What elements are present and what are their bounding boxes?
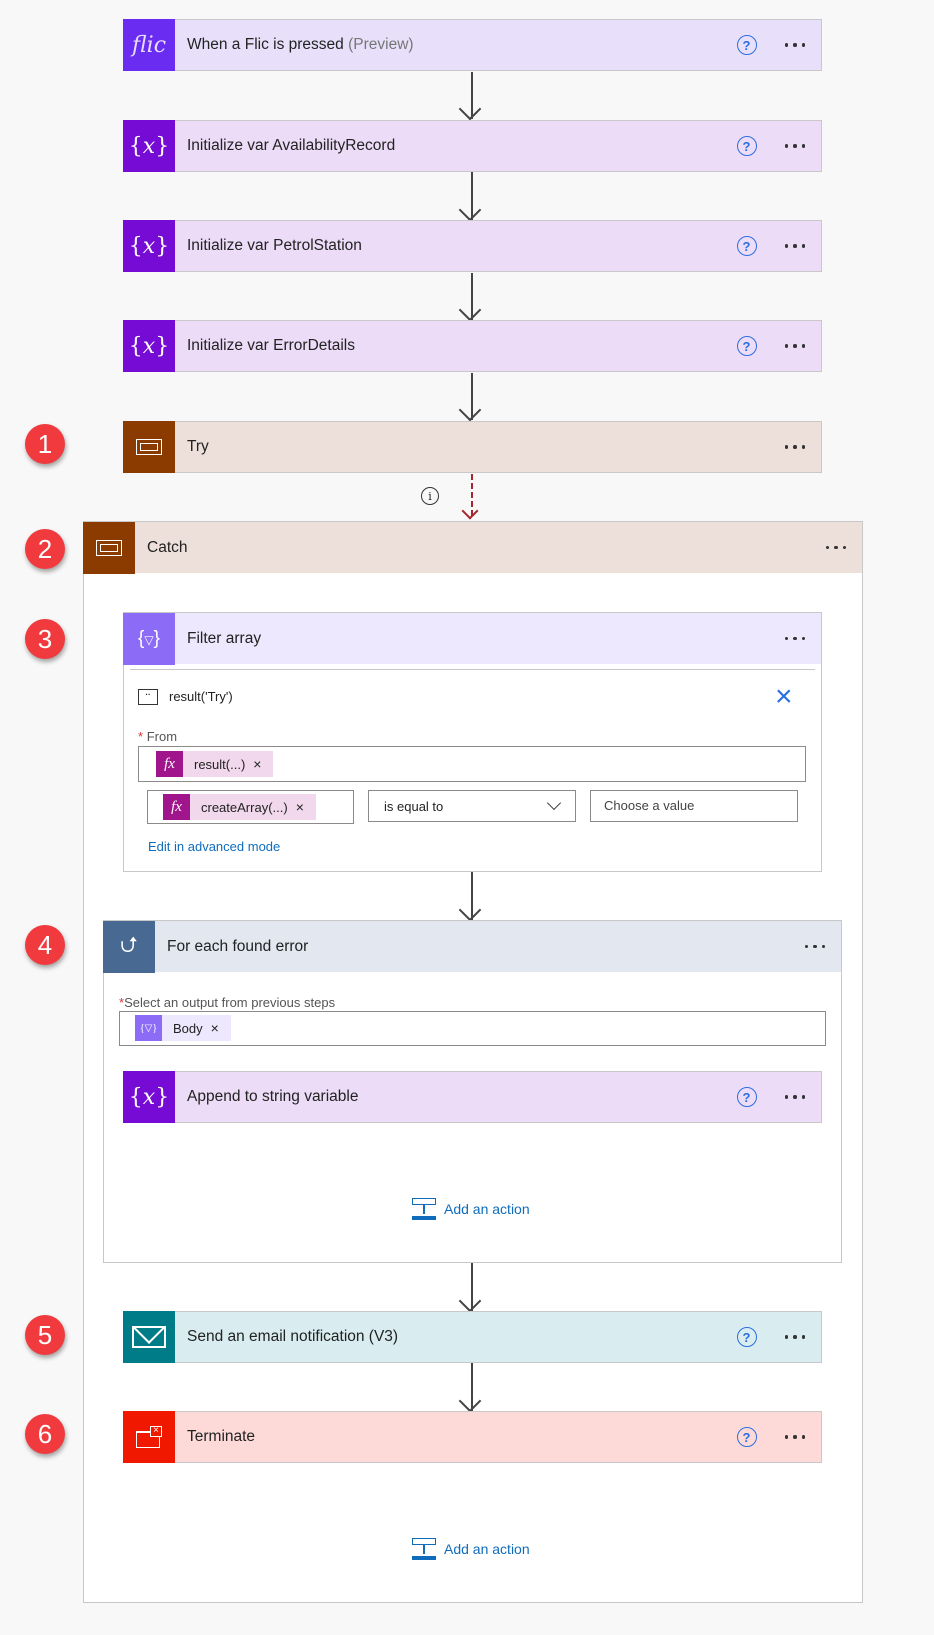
add-action-icon: [412, 1538, 436, 1560]
connector-arrow: [471, 273, 473, 320]
help-icon[interactable]: ?: [736, 136, 757, 156]
function-icon: fx: [163, 794, 190, 820]
help-icon[interactable]: ?: [736, 1087, 757, 1107]
step-title: Try: [187, 438, 209, 455]
step-title: When a Flic is pressed: [187, 36, 344, 53]
scope-icon: [123, 421, 175, 473]
more-options-icon[interactable]: [803, 939, 828, 955]
step-title: Terminate: [187, 1428, 256, 1445]
edit-advanced-mode-link[interactable]: Edit in advanced mode: [148, 839, 280, 854]
step-title: Initialize var PetrolStation: [187, 237, 362, 254]
callout-badge-3: 3: [25, 619, 65, 659]
run-after-info-icon[interactable]: i: [421, 487, 439, 505]
connector-arrow: [471, 172, 473, 220]
step-comment[interactable]: result('Try'): [169, 689, 233, 704]
from-label: * From: [138, 729, 178, 744]
callout-badge-4: 4: [25, 925, 65, 965]
variable-icon: {x}: [123, 320, 175, 372]
remove-token-icon[interactable]: ×: [253, 756, 273, 772]
step-title: Filter array: [187, 629, 262, 647]
foreach-add-action-button[interactable]: Add an action: [412, 1198, 530, 1220]
select-output-label: *Select an output from previous steps: [119, 995, 336, 1010]
connector-arrow: [471, 72, 473, 119]
more-options-icon[interactable]: [783, 631, 808, 647]
step-try-scope[interactable]: Try: [123, 421, 822, 473]
callout-badge-6: 6: [25, 1414, 65, 1454]
help-icon[interactable]: ?: [736, 1327, 757, 1347]
preview-label: (Preview): [348, 36, 414, 53]
step-title: For each found error: [167, 937, 309, 955]
step-title: Initialize var AvailabilityRecord: [187, 137, 396, 154]
comment-icon[interactable]: ··: [138, 689, 158, 705]
step-flic-trigger[interactable]: flic When a Flic is pressed (Preview) ?: [123, 19, 822, 71]
more-options-icon[interactable]: [783, 1329, 808, 1345]
variable-icon: {x}: [123, 220, 175, 272]
connector-arrow: [471, 373, 473, 420]
connector-arrow: [471, 872, 473, 920]
step-catch-scope[interactable]: Catch: [83, 521, 863, 574]
close-comment-icon[interactable]: ×: [775, 682, 793, 712]
step-title: Catch: [147, 538, 188, 556]
more-options-icon[interactable]: [783, 439, 808, 455]
step-for-each[interactable]: ⮍ For each found error: [103, 920, 842, 973]
callout-badge-5: 5: [25, 1315, 65, 1355]
step-title: Append to string variable: [187, 1088, 359, 1105]
function-icon: fx: [156, 751, 183, 777]
step-append-to-string[interactable]: {x} Append to string variable ?: [123, 1071, 822, 1123]
more-options-icon[interactable]: [783, 1089, 808, 1105]
help-icon[interactable]: ?: [736, 236, 757, 256]
loop-icon: ⮍: [103, 920, 155, 973]
catch-add-action-button[interactable]: Add an action: [412, 1538, 530, 1560]
body-token[interactable]: {▽} Body ×: [135, 1015, 231, 1041]
operator-dropdown[interactable]: is equal to: [368, 790, 576, 822]
chevron-down-icon: [546, 795, 562, 811]
more-options-icon[interactable]: [824, 540, 849, 556]
terminate-icon: ×: [123, 1411, 175, 1463]
more-options-icon[interactable]: [783, 338, 808, 354]
connector-arrow: [471, 1363, 473, 1411]
more-options-icon[interactable]: [783, 138, 808, 154]
condition-left-input[interactable]: fx createArray(...) ×: [147, 790, 354, 824]
remove-token-icon[interactable]: ×: [296, 799, 316, 815]
help-icon[interactable]: ?: [736, 35, 757, 55]
help-icon[interactable]: ?: [736, 1427, 757, 1447]
expression-token[interactable]: fx createArray(...) ×: [163, 794, 316, 820]
run-after-arrowhead: [461, 502, 479, 520]
callout-badge-1: 1: [25, 424, 65, 464]
more-options-icon[interactable]: [783, 1429, 808, 1445]
more-options-icon[interactable]: [783, 37, 808, 53]
step-terminate[interactable]: × Terminate ?: [123, 1411, 822, 1463]
scope-icon: [83, 521, 135, 574]
from-input[interactable]: fx result(...) ×: [138, 746, 806, 782]
divider: [130, 669, 815, 670]
step-title: Send an email notification (V3): [187, 1328, 399, 1345]
select-output-input[interactable]: {▽} Body ×: [119, 1011, 826, 1046]
filter-icon: {▽}: [123, 612, 175, 665]
step-init-petrol-station[interactable]: {x} Initialize var PetrolStation ?: [123, 220, 822, 272]
step-title: Initialize var ErrorDetails: [187, 337, 355, 354]
help-icon[interactable]: ?: [736, 336, 757, 356]
variable-icon: {x}: [123, 1071, 175, 1123]
condition-value-input[interactable]: Choose a value: [590, 790, 798, 822]
more-options-icon[interactable]: [783, 238, 808, 254]
remove-token-icon[interactable]: ×: [211, 1020, 231, 1036]
step-init-error-details[interactable]: {x} Initialize var ErrorDetails ?: [123, 320, 822, 372]
filter-icon: {▽}: [135, 1015, 162, 1041]
step-send-email[interactable]: Send an email notification (V3) ?: [123, 1311, 822, 1363]
add-action-icon: [412, 1198, 436, 1220]
expression-token[interactable]: fx result(...) ×: [156, 751, 274, 777]
email-icon: [123, 1311, 175, 1363]
connector-arrow: [471, 1263, 473, 1311]
callout-badge-2: 2: [25, 529, 65, 569]
step-filter-array[interactable]: {▽} Filter array: [123, 612, 822, 665]
flic-logo-icon: flic: [123, 19, 175, 71]
step-init-availability-record[interactable]: {x} Initialize var AvailabilityRecord ?: [123, 120, 822, 172]
variable-icon: {x}: [123, 120, 175, 172]
